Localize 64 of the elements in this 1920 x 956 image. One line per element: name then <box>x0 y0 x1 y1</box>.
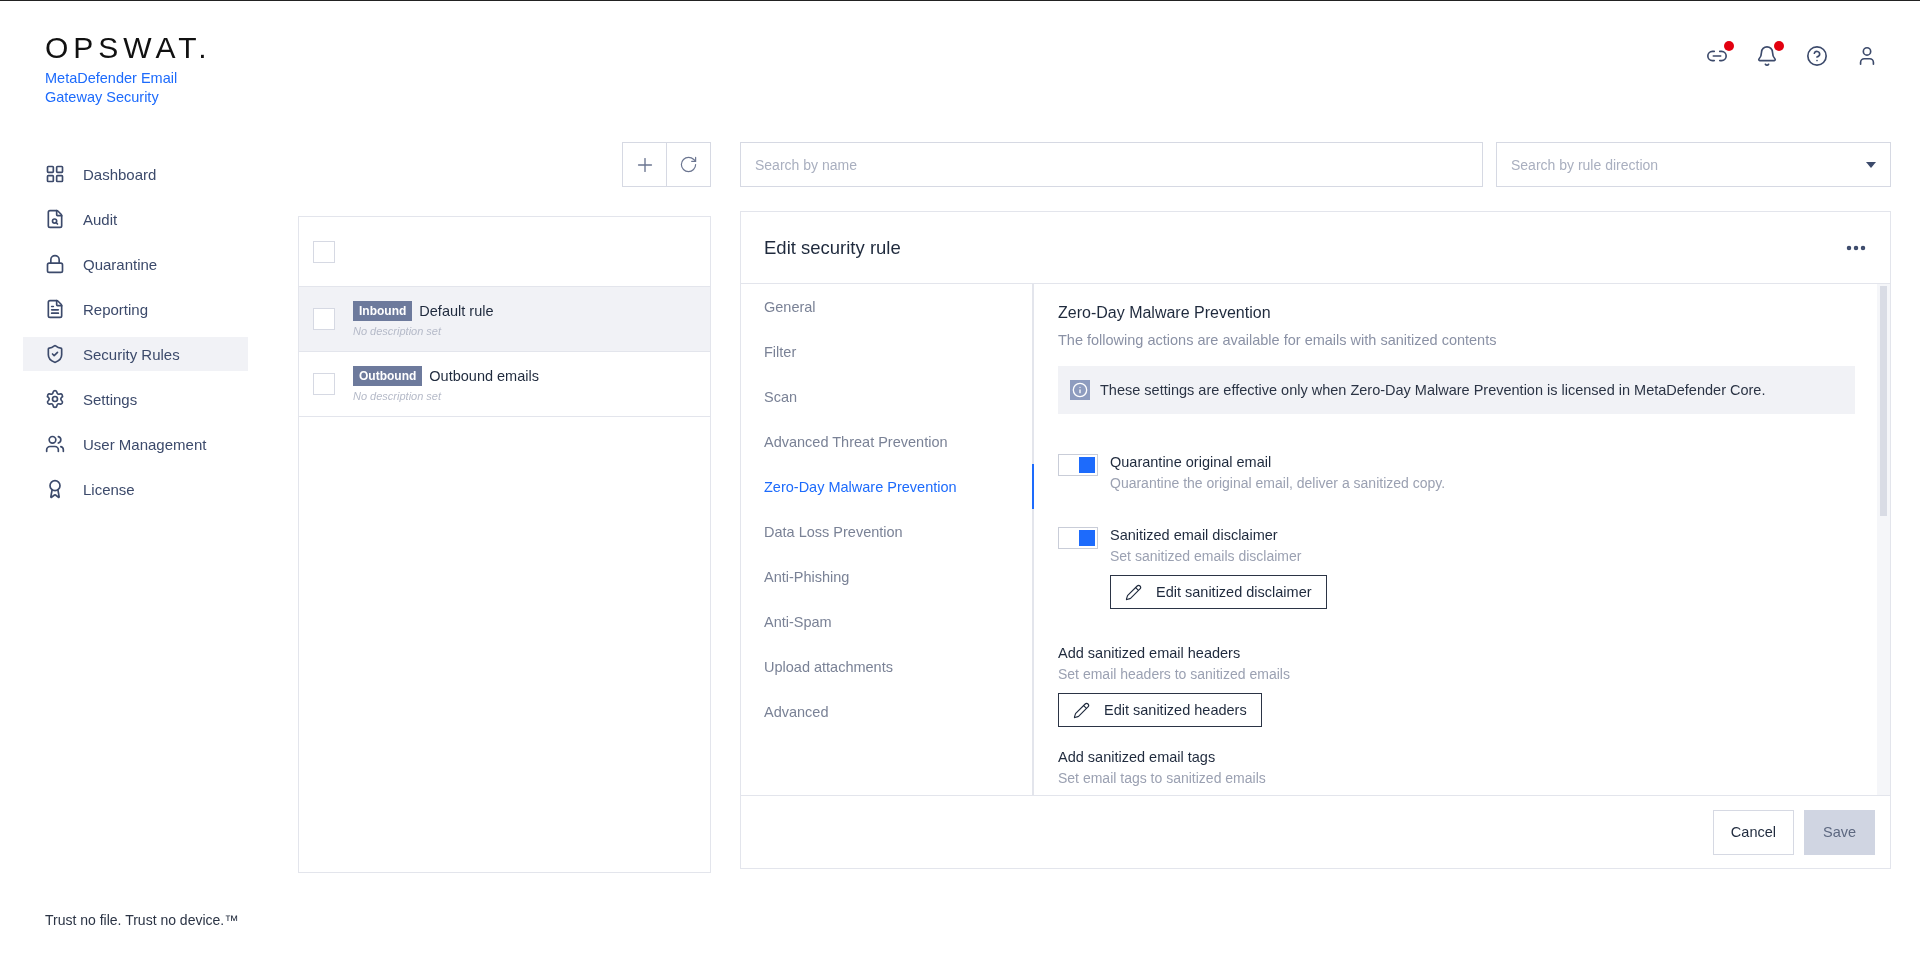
edit-button[interactable]: Edit sanitized headers <box>1058 693 1262 727</box>
sidebar-item[interactable]: Quarantine <box>23 247 248 281</box>
setting-description: Set email headers to sanitized emails <box>1058 666 1290 682</box>
rule-row[interactable]: Inbound Default rule No description set <box>299 287 710 352</box>
setting-description: Quarantine the original email, deliver a sanitized copy. <box>1110 475 1446 491</box>
refresh-button[interactable] <box>666 142 711 187</box>
rule-description: No description set <box>353 325 443 337</box>
sidebar-item[interactable]: User Management <box>23 427 248 461</box>
toggle-switch[interactable] <box>1058 527 1098 549</box>
select-all-checkbox[interactable] <box>313 240 335 263</box>
shield-check-icon <box>45 344 65 364</box>
sidebar-item[interactable]: License <box>23 472 248 506</box>
setting-title: Sanitized email disclaimer <box>1110 527 1278 543</box>
pencil-icon <box>1125 583 1142 601</box>
rule-description: No description set <box>353 390 443 402</box>
section-tab[interactable]: Scan <box>741 374 1034 419</box>
product-name: MetaDefender Email Gateway Security <box>45 69 179 107</box>
refresh-icon <box>679 155 698 174</box>
rule-name: Default rule <box>419 303 494 319</box>
tagline: Trust no file. Trust no device.™ <box>44 912 240 928</box>
section-tab[interactable]: Anti-Spam <box>741 599 1034 644</box>
cancel-button[interactable]: Cancel <box>1712 809 1794 855</box>
notice-text: These settings are effective only when Zero-Day Malware Prevention is licensed in MetaDefender Core. <box>1100 382 1766 398</box>
caret-icon <box>1866 161 1876 168</box>
pencil-icon <box>1073 701 1090 719</box>
section-tab[interactable]: Advanced <box>741 689 1034 734</box>
edit-button[interactable]: Edit sanitized disclaimer <box>1110 575 1327 609</box>
row-checkbox[interactable] <box>313 373 335 395</box>
toggle-switch[interactable] <box>1058 454 1098 476</box>
setting-description: Set sanitized emails disclaimer <box>1110 548 1302 564</box>
sidebar-item[interactable]: Settings <box>23 382 248 416</box>
section-tab[interactable]: Anti-Phishing <box>741 554 1034 599</box>
help-icon[interactable] <box>1806 45 1830 69</box>
section-tab[interactable]: Filter <box>741 329 1034 374</box>
search-field[interactable]: Search by name <box>740 142 1483 187</box>
document-icon <box>45 299 65 319</box>
section-tab[interactable]: Data Loss Prevention <box>741 509 1034 554</box>
settings-icon <box>45 389 65 409</box>
section-tab[interactable]: Zero-Day Malware Prevention <box>741 464 1034 509</box>
sidebar-item[interactable]: Dashboard <box>23 157 248 191</box>
sidebar-item[interactable]: Reporting <box>23 292 248 326</box>
sidebar-item[interactable]: Security Rules <box>23 337 248 371</box>
rule-name: Outbound emails <box>429 368 539 384</box>
section-title: Zero-Day Malware Prevention <box>1058 304 1272 322</box>
direction-tag: Inbound <box>353 301 413 321</box>
setting-title: Add sanitized email headers <box>1058 645 1241 661</box>
section-description: The following actions are available for emails with sanitized contents <box>1058 332 1498 348</box>
logo: OPSWAT. <box>45 33 212 63</box>
row-checkbox[interactable] <box>313 308 335 330</box>
lock-icon <box>45 254 65 274</box>
section-tab[interactable]: Advanced Threat Prevention <box>741 419 1034 464</box>
info-icon <box>1070 380 1090 400</box>
direction-tag: Outbound <box>353 366 423 386</box>
section-tab[interactable]: Upload attachments <box>741 644 1034 689</box>
add-button[interactable] <box>622 142 667 187</box>
setting-title: Quarantine original email <box>1110 454 1272 470</box>
setting-description: Set email tags to sanitized emails <box>1058 770 1266 786</box>
section-tab[interactable]: General <box>741 284 1034 329</box>
grid-icon <box>45 164 65 184</box>
sidebar-item[interactable]: Audit <box>23 202 248 236</box>
document-search-icon <box>45 209 65 229</box>
panel-title: Edit security rule <box>764 236 901 259</box>
setting-title: Add sanitized email tags <box>1058 749 1216 765</box>
users-icon <box>45 434 65 454</box>
